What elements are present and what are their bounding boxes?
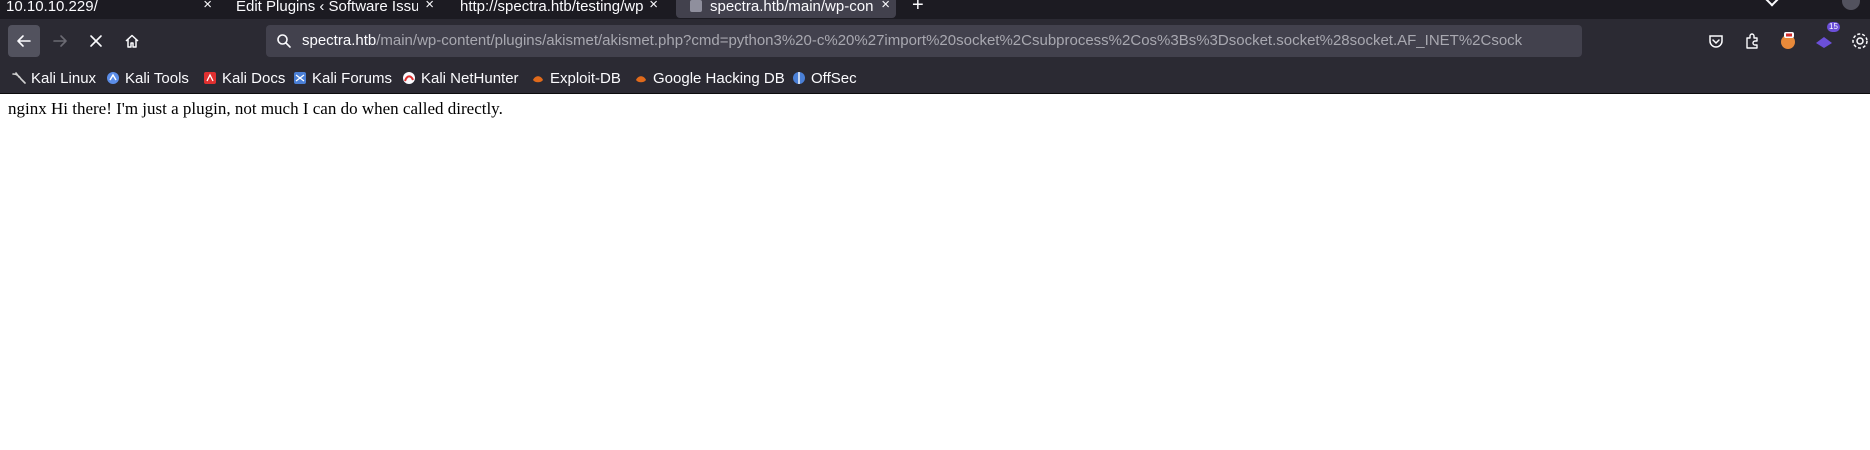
bookmark-label: OffSec xyxy=(811,69,857,87)
url-host: spectra.htb xyxy=(302,32,377,49)
forward-arrow-icon xyxy=(53,35,67,47)
tab-strip: 10.10.10.229/ × Edit Plugins ‹ Software … xyxy=(0,0,1870,19)
bookmark-label: Kali Tools xyxy=(125,69,189,87)
tab-1[interactable]: 10.10.10.229/ × xyxy=(6,0,218,18)
url-text: spectra.htb/main/wp-content/plugins/akis… xyxy=(302,32,1522,49)
kali-tools-icon xyxy=(106,71,120,85)
stop-x-icon xyxy=(90,35,102,47)
offsec-icon xyxy=(792,71,806,85)
tab-2[interactable]: Edit Plugins ‹ Software Issue × xyxy=(226,0,440,18)
gear-icon xyxy=(1852,33,1868,49)
tab-4-favicon-icon xyxy=(690,0,702,12)
search-icon xyxy=(277,34,291,48)
kali-dragon-icon xyxy=(12,71,26,85)
bookmark-label: Kali Docs xyxy=(222,69,286,87)
bookmark-label: Exploit-DB xyxy=(550,69,621,87)
tab-1-title: 10.10.10.229/ xyxy=(6,0,98,15)
bookmark-kali-linux[interactable]: Kali Linux xyxy=(12,68,96,88)
pocket-icon xyxy=(1709,35,1723,48)
bookmark-label: Google Hacking DB xyxy=(653,69,785,87)
ghdb-icon xyxy=(634,71,648,85)
tab-1-close-icon[interactable]: × xyxy=(203,0,212,13)
bookmark-label: Kali Forums xyxy=(312,69,393,87)
tab-4-close-icon[interactable]: × xyxy=(881,0,890,13)
purple-extension-icon xyxy=(1816,37,1832,48)
home-icon xyxy=(125,34,139,48)
bookmark-kali-docs[interactable]: Kali Docs xyxy=(203,68,285,88)
bookmark-label: Kali Linux xyxy=(31,69,97,87)
forward-button[interactable] xyxy=(44,25,76,57)
extension-badge: 15 xyxy=(1827,22,1840,32)
nethunter-icon xyxy=(402,71,416,85)
puzzle-icon xyxy=(1746,33,1758,49)
extensions-button[interactable] xyxy=(1739,28,1765,54)
kali-forums-icon xyxy=(293,71,307,85)
tab-4-active[interactable]: spectra.htb/main/wp-con × xyxy=(676,0,896,18)
home-button[interactable] xyxy=(116,25,148,57)
tab-2-title: Edit Plugins ‹ Software Issue xyxy=(236,0,418,15)
url-path: /main/wp-content/plugins/akismet/akismet… xyxy=(376,32,1523,49)
list-all-tabs-chevron-icon[interactable] xyxy=(1763,0,1781,7)
bookmark-kali-forums[interactable]: Kali Forums xyxy=(293,68,392,88)
bookmark-google-hacking-db[interactable]: Google Hacking DB xyxy=(634,68,785,88)
bookmarks-toolbar: Kali Linux Kali Tools Kali Docs Kali For… xyxy=(0,64,1870,94)
bookmark-kali-nethunter[interactable]: Kali NetHunter xyxy=(402,68,519,88)
settings-extension-button[interactable] xyxy=(1847,28,1870,54)
window-control-icon[interactable] xyxy=(1842,0,1860,10)
fox-extension-icon xyxy=(1781,32,1795,49)
tab-2-close-icon[interactable]: × xyxy=(425,0,434,13)
new-tab-button[interactable]: + xyxy=(912,0,924,17)
foxyproxy-button[interactable] xyxy=(1775,28,1801,54)
page-body-text: nginx Hi there! I'm just a plugin, not m… xyxy=(8,99,503,118)
kali-docs-icon xyxy=(203,71,217,85)
address-bar[interactable]: spectra.htb/main/wp-content/plugins/akis… xyxy=(266,25,1582,57)
stop-loading-button[interactable] xyxy=(80,25,112,57)
tab-4-title: spectra.htb/main/wp-con xyxy=(710,0,874,15)
bookmark-offsec[interactable]: OffSec xyxy=(792,68,857,88)
pocket-button[interactable] xyxy=(1703,28,1729,54)
back-button[interactable] xyxy=(8,25,40,57)
bookmark-kali-tools[interactable]: Kali Tools xyxy=(106,68,189,88)
bookmark-label: Kali NetHunter xyxy=(421,69,519,87)
exploit-db-icon xyxy=(531,71,545,85)
navigation-toolbar: spectra.htb/main/wp-content/plugins/akis… xyxy=(0,19,1870,64)
wappalyzer-button[interactable]: 15 xyxy=(1811,22,1840,54)
bookmark-exploit-db[interactable]: Exploit-DB xyxy=(531,68,621,88)
tab-3-close-icon[interactable]: × xyxy=(649,0,658,13)
tab-3-title: http://spectra.htb/testing/wp xyxy=(460,0,644,15)
tab-3[interactable]: http://spectra.htb/testing/wp × xyxy=(448,0,664,18)
back-arrow-icon xyxy=(17,35,31,47)
